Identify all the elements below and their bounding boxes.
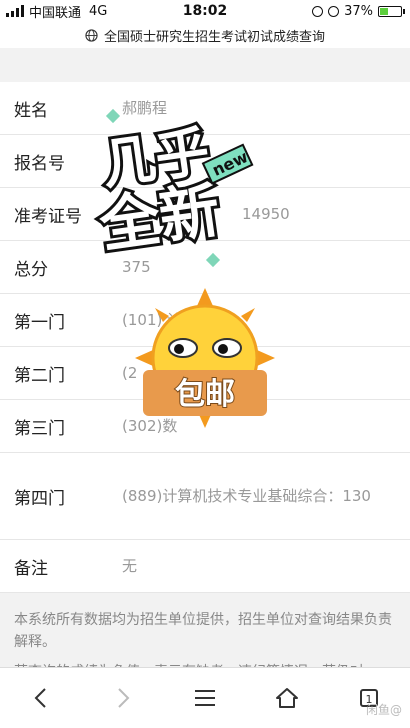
page-title: 全国硕士研究生招生考试初试成绩查询 xyxy=(103,29,325,45)
carrier-name: 中国联通 xyxy=(29,5,82,21)
page-content[interactable]: 姓名 郝鹏程 报名号 准考证号 14950 总分 375 第一门 (101) 论… xyxy=(0,48,410,680)
chevron-left-icon xyxy=(34,688,46,708)
row-label: 第二门 xyxy=(14,365,65,386)
row-subject-2: 第二门 (2 xyxy=(0,347,410,400)
alarm-icon xyxy=(328,5,340,17)
row-value: (101) 论：58 xyxy=(122,311,217,329)
row-value: 375 xyxy=(122,258,151,276)
row-name: 姓名 郝鹏程 xyxy=(0,82,410,135)
note-text: 本系统所有数据均为招生单位提供，招生单位对查询结果负责解释。 xyxy=(14,612,392,650)
row-label: 准考证号 xyxy=(14,206,82,227)
row-remarks: 备注 无 xyxy=(0,540,410,593)
row-value: (302)数 xyxy=(122,417,178,435)
row-value: (889)计算机技术专业基础综合：130 xyxy=(122,487,371,505)
row-value: 14950 xyxy=(242,205,290,223)
row-label: 总分 xyxy=(14,259,48,280)
back-button[interactable] xyxy=(21,678,61,718)
globe-icon xyxy=(85,28,98,42)
browser-toolbar: 1 xyxy=(0,667,410,728)
row-value: (2 xyxy=(122,364,138,382)
chevron-right-icon xyxy=(118,688,130,708)
menu-button[interactable] xyxy=(185,678,225,718)
row-value: 郝鹏程 xyxy=(122,99,168,117)
watermark: 闲鱼@ xyxy=(365,703,402,717)
row-label: 第一门 xyxy=(14,312,65,333)
battery-icon xyxy=(378,5,405,17)
row-label: 第四门 xyxy=(14,488,65,509)
row-registration-number: 报名号 xyxy=(0,135,410,188)
rotation-lock-icon xyxy=(312,5,324,17)
row-subject-3: 第三门 (302)数 xyxy=(0,400,410,453)
forward-button[interactable] xyxy=(103,678,143,718)
row-label: 备注 xyxy=(14,558,48,579)
row-label: 姓名 xyxy=(14,100,48,121)
home-icon xyxy=(276,688,298,708)
row-subject-4: 第四门 (889)计算机技术专业基础综合：130 xyxy=(0,453,410,540)
battery-percent: 37% xyxy=(344,3,373,19)
status-bar: 中国联通 4G 18:02 37% xyxy=(0,0,410,22)
row-label: 第三门 xyxy=(14,418,65,439)
row-value: 无 xyxy=(122,557,138,575)
row-admission-number: 准考证号 14950 xyxy=(0,188,410,241)
network-type: 4G xyxy=(89,3,108,19)
row-subject-1: 第一门 (101) 论：58 xyxy=(0,294,410,347)
score-table: 姓名 郝鹏程 报名号 准考证号 14950 总分 375 第一门 (101) 论… xyxy=(0,82,410,593)
row-total-score: 总分 375 xyxy=(0,241,410,294)
home-button[interactable] xyxy=(267,678,307,718)
row-label: 报名号 xyxy=(14,153,65,174)
menu-icon xyxy=(195,690,215,706)
signal-icon xyxy=(6,5,24,17)
address-bar[interactable]: 全国硕士研究生招生考试初试成绩查询 xyxy=(0,22,410,48)
